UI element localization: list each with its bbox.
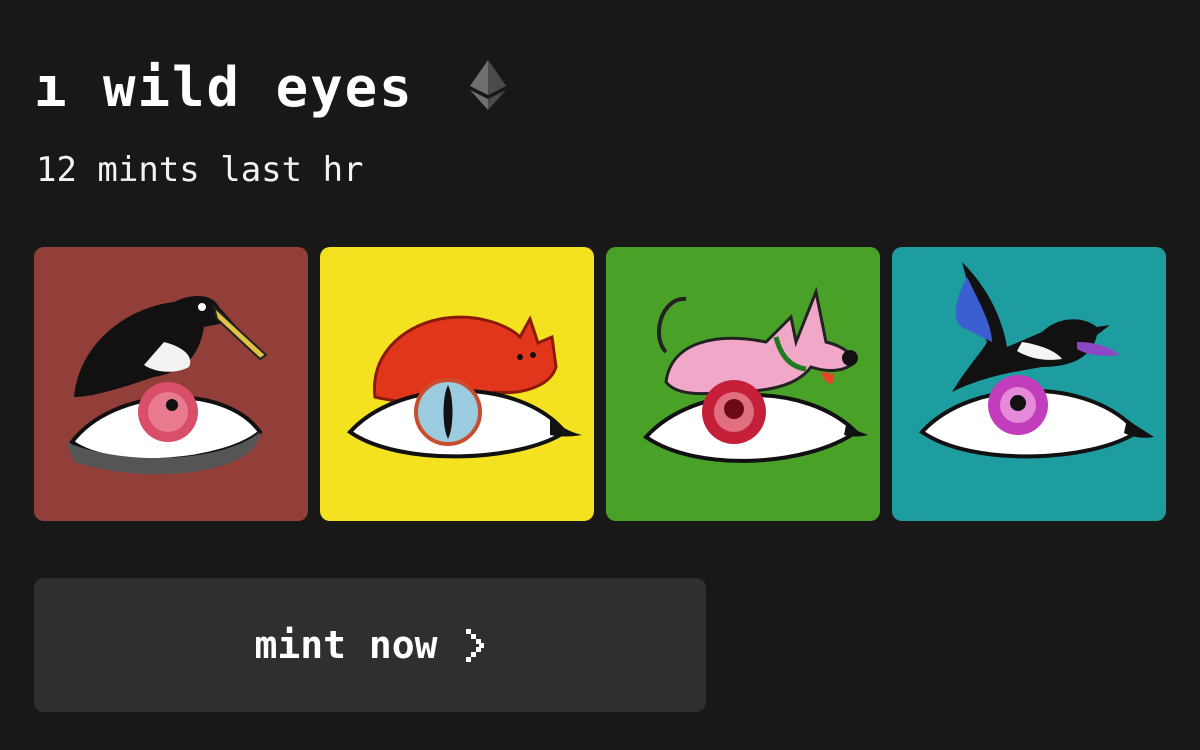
nft-card-dog[interactable] bbox=[606, 247, 880, 521]
crow-eye-artwork bbox=[34, 247, 308, 521]
collection-title: ı wild eyes bbox=[34, 56, 414, 119]
nft-gallery bbox=[34, 247, 1166, 521]
mint-now-label: mint now bbox=[254, 623, 438, 667]
ethereum-icon bbox=[470, 60, 506, 110]
mints-count-label: 12 mints last hr bbox=[36, 150, 364, 190]
chevron-right-icon bbox=[465, 629, 484, 662]
nft-card-magpie[interactable] bbox=[892, 247, 1166, 521]
mint-now-button[interactable]: mint now bbox=[34, 578, 706, 712]
nft-card-crow[interactable] bbox=[34, 247, 308, 521]
fox-eye-artwork bbox=[320, 247, 594, 521]
magpie-eye-artwork bbox=[892, 247, 1166, 521]
nft-card-fox[interactable] bbox=[320, 247, 594, 521]
dog-eye-artwork bbox=[606, 247, 880, 521]
